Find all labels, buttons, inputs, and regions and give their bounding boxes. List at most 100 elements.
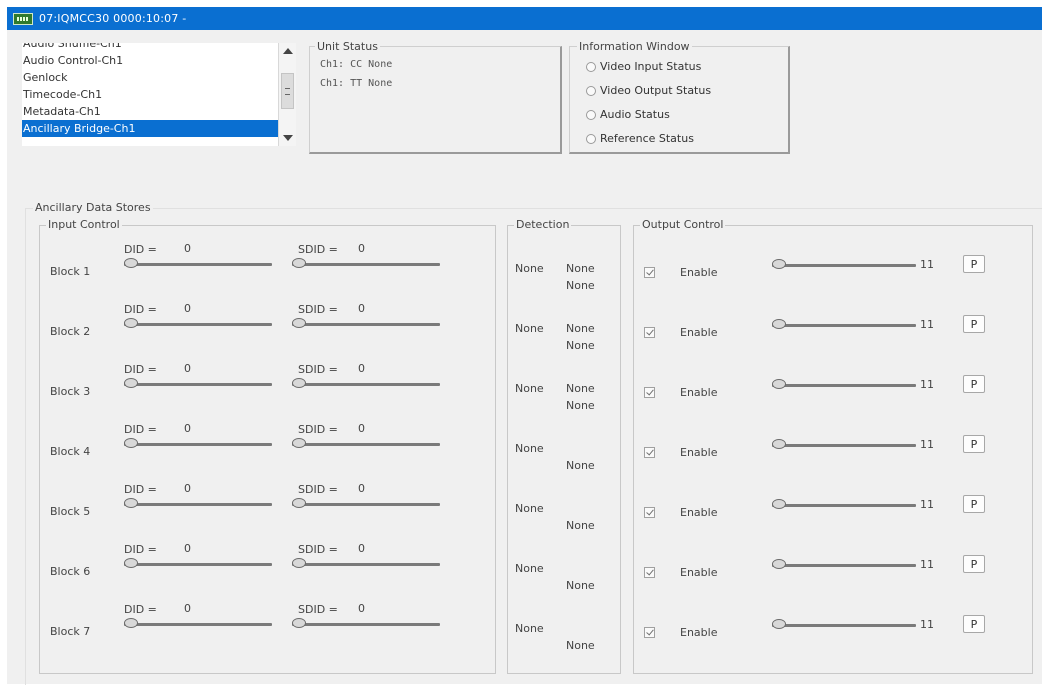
enable-checkbox[interactable]: [644, 567, 655, 578]
detection-value: None: [566, 639, 595, 652]
unit-status-title: Unit Status: [315, 40, 380, 53]
did-slider[interactable]: [124, 437, 272, 451]
sdid-slider[interactable]: [292, 377, 440, 391]
output-slider[interactable]: [772, 438, 916, 452]
output-slider[interactable]: [772, 498, 916, 512]
slider-knob[interactable]: [124, 498, 138, 508]
slider-track: [292, 563, 440, 566]
detection-value: None: [566, 279, 595, 292]
slider-knob[interactable]: [772, 499, 786, 509]
enable-checkbox[interactable]: [644, 627, 655, 638]
slider-knob[interactable]: [292, 498, 306, 508]
did-slider[interactable]: [124, 317, 272, 331]
slider-track: [292, 623, 440, 626]
p-button[interactable]: P: [963, 495, 985, 513]
slider-knob[interactable]: [124, 258, 138, 268]
p-button[interactable]: P: [963, 255, 985, 273]
slider-knob[interactable]: [292, 318, 306, 328]
radio-audio-status[interactable]: Audio Status: [586, 108, 670, 121]
list-item[interactable]: Genlock: [22, 69, 278, 86]
enable-checkbox[interactable]: [644, 327, 655, 338]
slider-track: [124, 323, 272, 326]
did-value: 0: [184, 482, 191, 495]
detection-panel: Detection None None None None None None None No…: [507, 218, 621, 674]
slider-knob[interactable]: [124, 438, 138, 448]
radio-circle-icon[interactable]: [586, 109, 596, 120]
slider-knob[interactable]: [772, 259, 786, 269]
output-value: 11: [920, 618, 934, 631]
p-button[interactable]: P: [963, 615, 985, 633]
slider-knob[interactable]: [124, 558, 138, 568]
did-label: DID =: [124, 483, 157, 496]
enable-checkbox[interactable]: [644, 507, 655, 518]
radio-video-output-status[interactable]: Video Output Status: [586, 84, 711, 97]
slider-knob[interactable]: [292, 258, 306, 268]
did-slider[interactable]: [124, 377, 272, 391]
slider-knob[interactable]: [292, 438, 306, 448]
module-list-scrollbar[interactable]: [278, 43, 296, 146]
did-slider[interactable]: [124, 497, 272, 511]
slider-knob[interactable]: [292, 618, 306, 628]
p-button[interactable]: P: [963, 375, 985, 393]
p-button[interactable]: P: [963, 315, 985, 333]
main-content: Audio Shuffle-Ch1 Audio Control-Ch1 Genloc…: [7, 30, 1042, 685]
enable-checkbox[interactable]: [644, 267, 655, 278]
detection-value: None: [515, 502, 544, 515]
list-item[interactable]: Metadata-Ch1: [22, 103, 278, 120]
output-slider[interactable]: [772, 378, 916, 392]
sdid-slider[interactable]: [292, 257, 440, 271]
list-item[interactable]: Timecode-Ch1: [22, 86, 278, 103]
sdid-slider[interactable]: [292, 557, 440, 571]
list-item[interactable]: Audio Control-Ch1: [22, 52, 278, 69]
list-item[interactable]: Ancillary Bridge-Ch1: [22, 120, 278, 137]
slider-knob[interactable]: [772, 619, 786, 629]
sdid-slider[interactable]: [292, 317, 440, 331]
enable-label: Enable: [680, 566, 718, 579]
sdid-slider[interactable]: [292, 617, 440, 631]
slider-knob[interactable]: [292, 558, 306, 568]
output-slider[interactable]: [772, 558, 916, 572]
output-value: 11: [920, 498, 934, 511]
slider-knob[interactable]: [292, 378, 306, 388]
slider-knob[interactable]: [124, 618, 138, 628]
output-slider[interactable]: [772, 618, 916, 632]
input-control-title: Input Control: [46, 218, 122, 231]
scroll-thumb[interactable]: [281, 73, 294, 109]
p-button[interactable]: P: [963, 435, 985, 453]
detection-value: None: [566, 322, 595, 335]
enable-label: Enable: [680, 626, 718, 639]
slider-track: [772, 624, 916, 627]
slider-track: [124, 443, 272, 446]
slider-knob[interactable]: [772, 319, 786, 329]
slider-knob[interactable]: [772, 559, 786, 569]
sdid-slider[interactable]: [292, 497, 440, 511]
detection-value: None: [566, 262, 595, 275]
scroll-up-arrow-icon[interactable]: [283, 48, 293, 54]
enable-checkbox[interactable]: [644, 387, 655, 398]
did-slider[interactable]: [124, 617, 272, 631]
list-item[interactable]: Audio Shuffle-Ch1: [22, 43, 278, 52]
radio-circle-icon[interactable]: [586, 133, 596, 144]
slider-knob[interactable]: [772, 439, 786, 449]
detection-value: None: [566, 579, 595, 592]
slider-knob[interactable]: [124, 378, 138, 388]
slider-knob[interactable]: [772, 379, 786, 389]
slider-knob[interactable]: [124, 318, 138, 328]
detection-value: None: [566, 459, 595, 472]
p-button[interactable]: P: [963, 555, 985, 573]
scroll-down-arrow-icon[interactable]: [283, 135, 293, 141]
radio-circle-icon[interactable]: [586, 61, 596, 72]
did-slider[interactable]: [124, 257, 272, 271]
radio-circle-icon[interactable]: [586, 85, 596, 96]
module-list[interactable]: Audio Shuffle-Ch1 Audio Control-Ch1 Genloc…: [22, 43, 278, 146]
radio-video-input-status[interactable]: Video Input Status: [586, 60, 701, 73]
output-slider[interactable]: [772, 258, 916, 272]
slider-track: [124, 383, 272, 386]
output-value: 11: [920, 438, 934, 451]
output-value: 11: [920, 318, 934, 331]
enable-checkbox[interactable]: [644, 447, 655, 458]
did-slider[interactable]: [124, 557, 272, 571]
output-slider[interactable]: [772, 318, 916, 332]
radio-reference-status[interactable]: Reference Status: [586, 132, 694, 145]
sdid-slider[interactable]: [292, 437, 440, 451]
